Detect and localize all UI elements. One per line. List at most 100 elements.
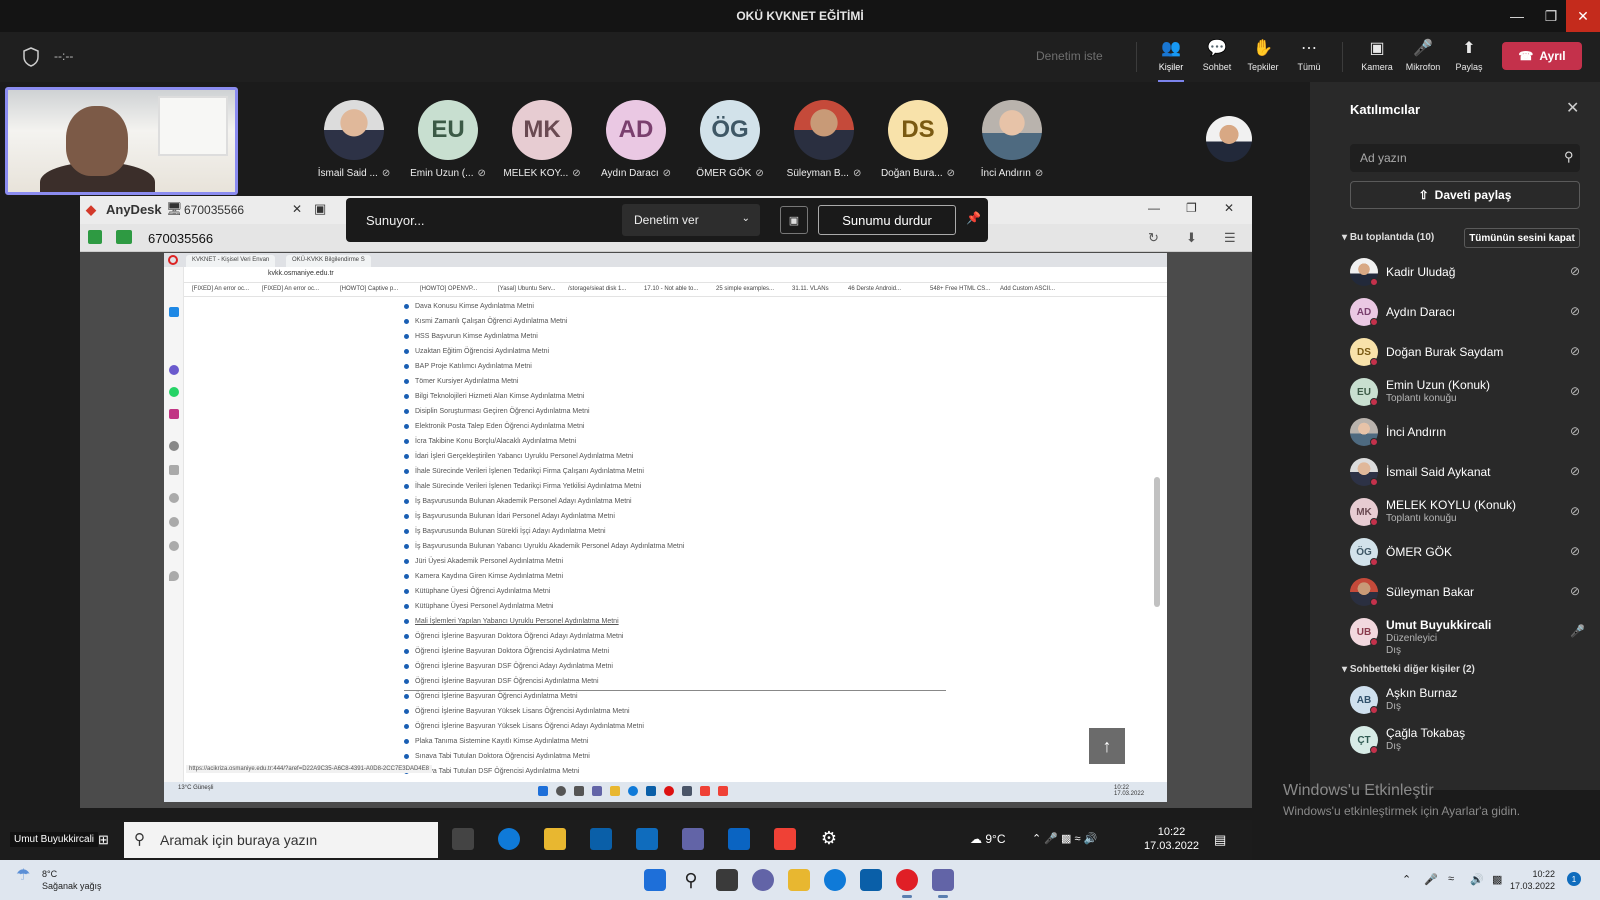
self-video-tile[interactable] <box>5 87 238 195</box>
others-header[interactable]: ▾ Sohbetteki diğer kişiler (2) <box>1342 664 1475 675</box>
bookmark-item[interactable]: [HOWTO] Captive p... <box>340 286 398 292</box>
browser-tab-active[interactable]: OKÜ-KVKK Bilgilendirme S <box>286 255 371 267</box>
history-icon[interactable] <box>169 517 179 527</box>
participant-avatar[interactable]: DS <box>888 100 948 160</box>
location-icon[interactable] <box>169 571 179 581</box>
download-icon[interactable]: ⬇ <box>1186 230 1197 246</box>
volume-icon[interactable]: 🔊 <box>1470 873 1484 886</box>
list-item-link[interactable]: Elektronik Posta Talep Eden Öğrenci Aydı… <box>404 423 584 438</box>
browser-urlbar[interactable]: kvkk.osmaniye.edu.tr <box>164 267 1167 283</box>
list-item-link[interactable]: İdari İşleri Gerçekleştirilen Yabancı Uy… <box>404 453 633 468</box>
list-item-link[interactable]: Öğrenci İşlerine Başvuran Doktora Öğrenc… <box>404 633 623 648</box>
menu-icon[interactable]: ☰ <box>1224 230 1236 246</box>
mic-off-icon[interactable]: ⊘ <box>1570 584 1580 598</box>
notification-badge[interactable]: 1 <box>1567 872 1581 886</box>
list-item-link[interactable]: HSS Başvurun Kimse Aydınlatma Metni <box>404 333 538 348</box>
bookmark-item[interactable]: [FIXED] An error oc... <box>192 286 249 292</box>
list-item-link[interactable]: Uzaktan Eğitim Öğrencisi Aydınlatma Metn… <box>404 348 549 363</box>
bookmark-item[interactable]: [Yasal] Ubuntu Serv... <box>498 286 555 292</box>
gear-icon[interactable]: ⚙ <box>818 828 840 850</box>
participant-avatar[interactable]: AD <box>606 100 666 160</box>
file-explorer-icon[interactable] <box>544 828 566 850</box>
participant-row[interactable]: EU Emin Uzun (Konuk) Toplantı konuğu ⊘ <box>1350 374 1590 410</box>
participant-row[interactable]: DS Doğan Burak Saydam ⊘ <box>1350 334 1590 370</box>
chat-button[interactable]: 💬 Sohbet <box>1194 38 1240 78</box>
participant-avatar[interactable]: ÖG <box>700 100 760 160</box>
list-item-link[interactable]: Öğrenci İşlerine Başvuran Yüksek Lisans … <box>404 708 630 723</box>
list-item-link[interactable]: Jüri Üyesi Akademik Personel Aydınlatma … <box>404 558 563 573</box>
share-invite-button[interactable]: ⇧ Daveti paylaş <box>1350 181 1580 209</box>
file-explorer-icon[interactable] <box>610 786 620 796</box>
list-item-link[interactable]: İhale Sürecinde Verileri İşlenen Tedarik… <box>404 468 644 483</box>
participant-row[interactable]: ÇT Çağla Tokabaş Dış <box>1350 722 1590 758</box>
bookmark-item[interactable]: Add Custom ASCII... <box>1000 286 1055 292</box>
request-control-button[interactable]: Denetim iste <box>1036 49 1103 63</box>
messenger-icon[interactable] <box>169 365 179 375</box>
participant-avatar[interactable] <box>982 100 1042 160</box>
host-search-box[interactable]: Aramak için buraya yazın <box>124 822 438 858</box>
scroll-to-top-button[interactable]: ↑ <box>1089 728 1125 764</box>
task-view-icon[interactable] <box>716 869 738 891</box>
list-item-link[interactable]: Öğrenci İşlerine Başvuran Doktora Öğrenc… <box>404 648 609 663</box>
notifications-icon[interactable]: ▤ <box>1214 832 1226 848</box>
list-item-link[interactable]: İcra Takibine Konu Borçlu/Alacaklı Aydın… <box>404 438 576 453</box>
more-button[interactable]: ⋯ Tümü <box>1286 38 1332 78</box>
give-control-dropdown[interactable]: Denetim ver ⌄ <box>622 204 760 236</box>
store-icon[interactable] <box>646 786 656 796</box>
mic-off-icon[interactable]: ⊘ <box>1570 264 1580 278</box>
mute-all-button[interactable]: Tümünün sesini kapat <box>1464 228 1580 248</box>
list-item-link[interactable]: İş Başvurusunda Bulunan İdari Personel A… <box>404 513 615 528</box>
mic-off-icon[interactable]: ⊘ <box>1570 424 1580 438</box>
send-icon[interactable] <box>169 465 179 475</box>
reactions-button[interactable]: ✋ Tepkiler <box>1240 38 1286 78</box>
participant-row[interactable]: İsmail Said Aykanat ⊘ <box>1350 454 1590 490</box>
mic-off-icon[interactable]: ⊘ <box>1570 544 1580 558</box>
anydesk-session-tab[interactable]: 670035566 <box>184 203 244 217</box>
list-item-link[interactable]: Kütüphane Üyesi Öğrenci Aydınlatma Metni <box>404 588 550 603</box>
opera-icon[interactable] <box>664 786 674 796</box>
chat-icon[interactable] <box>752 869 774 891</box>
edge-icon[interactable] <box>628 786 638 796</box>
mic-off-icon[interactable]: 🎤 <box>1424 873 1438 886</box>
leave-button[interactable]: ☎ Ayrıl <box>1502 42 1582 70</box>
mic-off-icon[interactable]: ⊘ <box>1570 384 1580 398</box>
share-button[interactable]: ⬆ Paylaş <box>1446 38 1492 78</box>
participant-row[interactable]: AD Aydın Daracı ⊘ <box>1350 294 1590 330</box>
participant-row[interactable]: Süleyman Bakar ⊘ <box>1350 574 1590 610</box>
mic-button[interactable]: 🎤 Mikrofon <box>1400 38 1446 78</box>
list-item-link[interactable]: Öğrenci İşlerine Başvuran Öğrenci Aydınl… <box>404 693 578 708</box>
player-icon[interactable] <box>169 441 179 451</box>
list-item-link[interactable]: Kısmi Zamanlı Çalışan Öğrenci Aydınlatma… <box>404 318 567 333</box>
list-item-link[interactable]: BAP Proje Katılımcı Aydınlatma Metni <box>404 363 532 378</box>
battery-icon[interactable]: ▩ <box>1492 873 1502 886</box>
participant-row[interactable]: İnci Andırın ⊘ <box>1350 414 1590 450</box>
instagram-icon[interactable] <box>169 409 179 419</box>
participant-avatar[interactable] <box>794 100 854 160</box>
teams-icon[interactable] <box>932 869 954 898</box>
list-item-link[interactable]: Tömer Kursiyer Aydınlatma Metni <box>404 378 518 393</box>
windows-start-icon[interactable] <box>538 786 548 796</box>
participant-avatar-overflow[interactable] <box>1206 116 1252 162</box>
browser-url[interactable]: kvkk.osmaniye.edu.tr <box>268 270 334 277</box>
stop-presenting-button[interactable]: Sunumu durdur <box>818 205 956 235</box>
whatsapp-icon[interactable] <box>169 387 179 397</box>
list-item-link[interactable]: Kütüphane Üyesi Personel Aydınlatma Metn… <box>404 603 553 618</box>
close-icon[interactable]: ✕ <box>1566 98 1579 118</box>
list-item-link[interactable]: Disiplin Soruşturması Geçiren Öğrenci Ay… <box>404 408 590 423</box>
list-item-link[interactable]: Dava Konusu Kimse Aydınlatma Metni <box>404 303 534 318</box>
store-icon[interactable] <box>860 869 882 891</box>
browser-tab[interactable]: KVKNET - Kişisel Veri Envan <box>186 255 276 267</box>
list-item-link[interactable]: Öğrenci İşlerine Başvuran Yüksek Lisans … <box>404 723 644 738</box>
browser-scrollbar[interactable] <box>1154 477 1160 607</box>
list-item-link[interactable]: İhale Sürecinde Verileri İşlenen Tedarik… <box>404 483 641 498</box>
anydesk-icon[interactable] <box>718 786 728 796</box>
list-item-link[interactable]: İş Başvurusunda Bulunan Yabancı Uyruklu … <box>404 543 684 558</box>
restore-icon[interactable]: ❐ <box>1186 201 1197 215</box>
anydesk-icon[interactable] <box>774 828 796 850</box>
weather-widget[interactable]: ☂ 8°C Sağanak yağış <box>16 868 102 892</box>
list-item-link[interactable]: Mali İşlemleri Yapılan Yabancı Uyruklu P… <box>404 618 619 633</box>
bookmark-item[interactable]: 46 Derste Android... <box>848 286 901 292</box>
wifi-icon[interactable]: ≈ <box>1448 873 1454 885</box>
windows-start-icon[interactable]: ⊞ <box>98 832 109 848</box>
list-item-link[interactable]: İş Başvurusunda Bulunan Akademik Persone… <box>404 498 632 513</box>
